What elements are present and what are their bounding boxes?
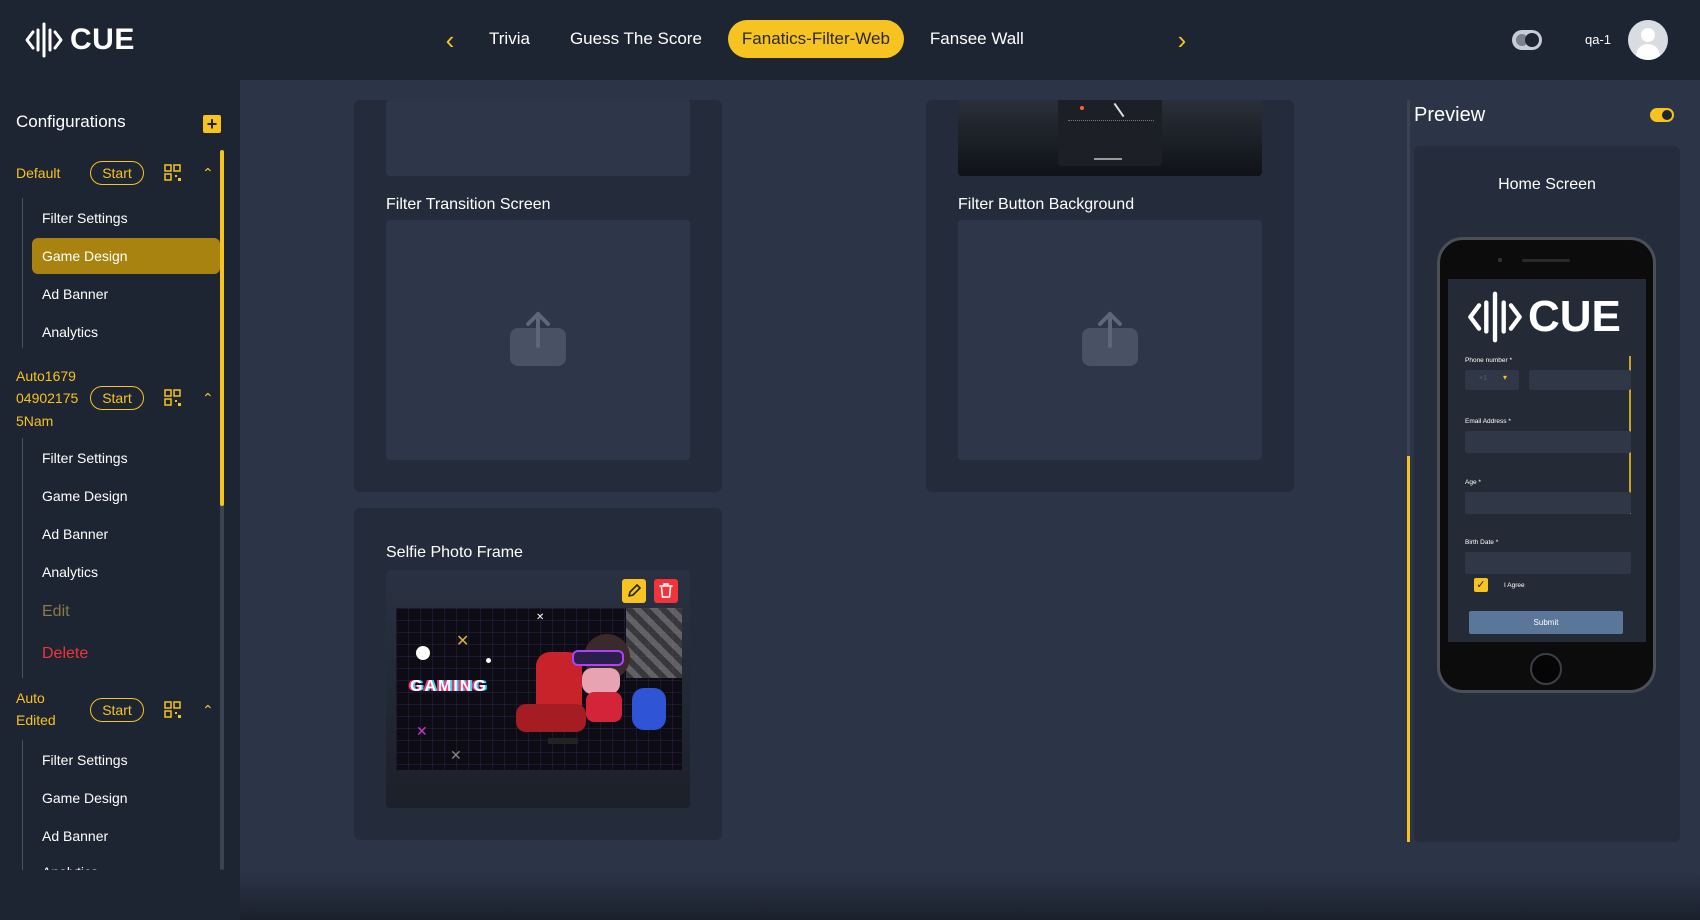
birth-date-field[interactable] (1465, 552, 1631, 574)
username: qa-1 (1585, 32, 1612, 47)
start-button[interactable]: Start (90, 161, 144, 185)
preview-toggle[interactable] (1650, 108, 1674, 122)
footer-shade (240, 872, 1700, 920)
agree-label: I Agree (1504, 582, 1525, 589)
menu-item-clip: Analytics (32, 856, 220, 870)
menu-item-filter-settings[interactable]: Filter Settings (32, 200, 220, 236)
x-mark-icon: ✕ (456, 633, 470, 650)
add-configuration-button[interactable]: + (203, 115, 221, 133)
email-field[interactable] (1465, 431, 1631, 453)
phone-logo-text: CUE (1528, 292, 1621, 341)
config-name[interactable]: 04902175 (16, 387, 78, 409)
phone-number-field[interactable] (1529, 370, 1631, 390)
x-mark-icon: ✕ (450, 747, 462, 763)
tab-fansee-wall[interactable]: Fansee Wall (916, 20, 1038, 58)
sidebar-scrollbar-thumb[interactable] (220, 150, 224, 506)
phone-screenshot-thumbnail (1058, 100, 1162, 166)
filter-button-bg-label: Filter Button Background (958, 196, 1135, 213)
menu-item-filter-settings[interactable]: Filter Settings (32, 742, 220, 778)
menu-item-ad-banner[interactable]: Ad Banner (32, 276, 220, 312)
tabs-next-arrow-icon[interactable]: › (1170, 26, 1194, 54)
menu-item-filter-settings[interactable]: Filter Settings (32, 440, 220, 476)
trash-icon (659, 583, 673, 598)
config-name[interactable]: Default (16, 162, 60, 184)
agree-checkbox[interactable]: ✓ (1474, 578, 1488, 592)
collapse-chevron-icon[interactable]: ⌃ (202, 391, 216, 405)
delete-image-button[interactable] (654, 579, 678, 603)
qr-code-icon[interactable] (164, 164, 182, 182)
x-mark-icon: ✕ (536, 612, 545, 623)
edit-image-button[interactable] (622, 579, 646, 603)
tab-guess-the-score[interactable]: Guess The Score (556, 20, 716, 58)
menu-item-game-design[interactable]: Game Design (32, 780, 220, 816)
filter-transition-label: Filter Transition Screen (386, 196, 551, 213)
qr-code-icon[interactable] (164, 389, 182, 407)
upload-icon[interactable] (1082, 310, 1138, 366)
image-dropzone[interactable] (386, 100, 690, 176)
selfie-frame-image[interactable]: ✕ ✕ ✕ ✕ GAMING (396, 608, 682, 770)
menu-item-ad-banner[interactable]: Ad Banner (32, 818, 220, 854)
tabs-prev-arrow-icon[interactable]: ‹ (438, 26, 462, 54)
menu-item-game-design[interactable]: Game Design (32, 238, 220, 274)
sidebar-title: Configurations (16, 112, 126, 131)
preview-screen-label: Home Screen (1498, 176, 1596, 193)
logo-waveform-icon (1468, 291, 1522, 343)
collapse-chevron-icon[interactable]: ⌃ (202, 166, 216, 180)
qr-code-icon[interactable] (164, 701, 182, 719)
start-button[interactable]: Start (90, 386, 144, 410)
app-logo[interactable]: CUE (24, 20, 135, 60)
upload-icon[interactable] (510, 310, 566, 366)
tab-trivia[interactable]: Trivia (475, 20, 544, 58)
config-name[interactable]: Auto (16, 687, 45, 709)
menu-item-analytics[interactable]: Analytics (32, 554, 220, 590)
email-label: Email Address * (1465, 418, 1511, 425)
age-label: Age * (1465, 479, 1481, 486)
menu-item-ad-banner[interactable]: Ad Banner (32, 516, 220, 552)
logo-text: CUE (70, 23, 135, 56)
tree-line (22, 198, 23, 348)
preview-title: Preview (1414, 104, 1486, 126)
collapse-chevron-icon[interactable]: ⌃ (202, 703, 216, 717)
tab-fanatics-filter-web[interactable]: Fanatics-Filter-Web (727, 20, 904, 58)
selfie-frame-label: Selfie Photo Frame (386, 544, 523, 561)
phone-home-button (1530, 653, 1562, 685)
game-tabs: Trivia Guess The Score Fanatics-Filter-W… (475, 20, 1050, 58)
pencil-icon (628, 584, 641, 597)
preview-scrollbar-thumb[interactable] (1407, 456, 1410, 842)
top-bar: CUE ‹ Trivia Guess The Score Fanatics-Fi… (0, 0, 1700, 80)
country-code: +1 (1479, 375, 1487, 382)
tree-line (22, 438, 23, 678)
country-code-select[interactable]: +1 ▾ (1465, 370, 1519, 390)
x-mark-icon: ✕ (416, 723, 428, 739)
submit-button[interactable]: Submit (1469, 611, 1623, 634)
menu-item-analytics[interactable]: Analytics (32, 314, 220, 350)
gaming-text: GAMING (410, 678, 488, 695)
menu-item-game-design[interactable]: Game Design (32, 478, 220, 514)
age-field[interactable] (1465, 492, 1631, 514)
caret-down-icon: ▾ (1503, 373, 1508, 382)
theme-toggle-icon[interactable] (1512, 30, 1542, 50)
logo-waveform-icon (25, 22, 63, 58)
config-name[interactable]: Auto1679 (16, 365, 76, 387)
tree-line (22, 740, 23, 870)
filter-button-image[interactable] (958, 100, 1262, 176)
birth-date-label: Birth Date * (1465, 539, 1499, 546)
menu-item-analytics[interactable]: Analytics (32, 856, 220, 870)
config-name[interactable]: 5Nam (16, 410, 53, 432)
start-button[interactable]: Start (90, 698, 144, 722)
phone-logo: CUE (1466, 288, 1621, 346)
config-name[interactable]: Edited (16, 709, 56, 731)
edit-config-button[interactable]: Edit (32, 594, 220, 630)
delete-config-button[interactable]: Delete (32, 636, 220, 672)
phone-number-label: Phone number * (1465, 357, 1512, 364)
user-avatar[interactable] (1628, 20, 1668, 60)
